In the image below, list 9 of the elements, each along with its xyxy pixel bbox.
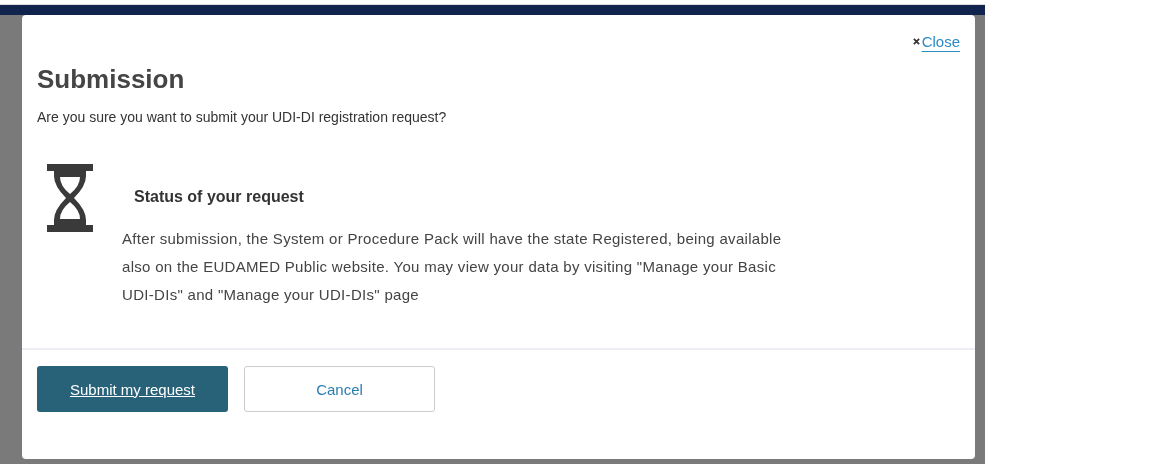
hourglass-icon bbox=[47, 164, 93, 232]
confirmation-text: Are you sure you want to submit your UDI-DI registration request? bbox=[37, 109, 448, 125]
close-link[interactable]: Close bbox=[912, 33, 960, 50]
cancel-button[interactable]: Cancel bbox=[244, 366, 435, 412]
status-heading: Status of your request bbox=[134, 188, 305, 206]
submit-button[interactable]: Submit my request bbox=[37, 366, 228, 412]
status-description: After submission, the System or Procedure Pack will have the state Registered, being available also on the EUDAMED Public website. You may view your data by visiting "Manage your Basic UDI-DIs" and "Manage your UDI-DIs" page bbox=[122, 229, 782, 305]
dialog-title: Submission bbox=[37, 63, 185, 95]
close-icon bbox=[912, 38, 920, 45]
